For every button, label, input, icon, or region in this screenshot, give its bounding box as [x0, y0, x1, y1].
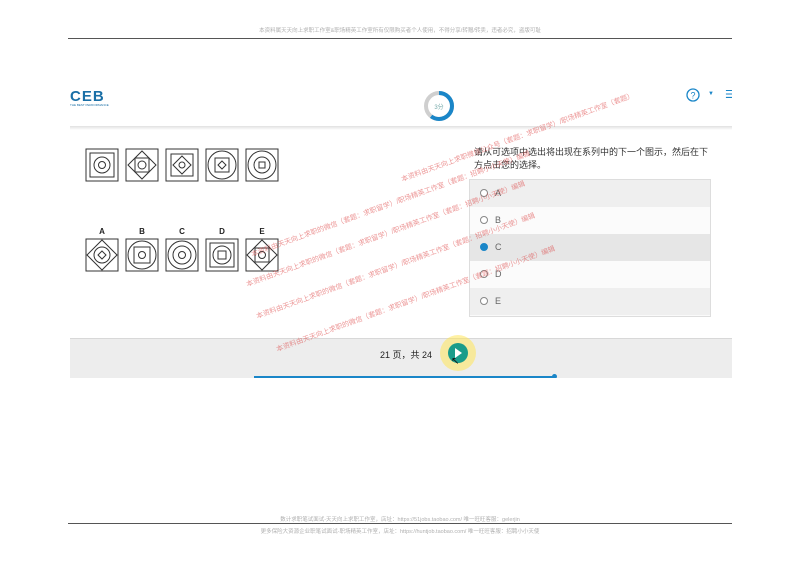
mouse-cursor-icon: ↖ — [451, 356, 460, 367]
help-circle-icon[interactable]: ? — [686, 88, 700, 105]
footer-rule — [68, 523, 732, 524]
chevron-down-icon[interactable]: ▼ — [708, 91, 714, 97]
menu-icon[interactable]: ☰ — [725, 88, 732, 101]
radio-icon[interactable] — [480, 297, 488, 305]
option-letter-b: B — [139, 227, 145, 236]
option-figure-c — [165, 238, 199, 272]
sequence-figure-2 — [125, 148, 159, 182]
sequence-figure-5 — [245, 148, 279, 182]
sequence-figure-4 — [205, 148, 239, 182]
sequence-figure-3 — [165, 148, 199, 182]
radio-icon[interactable] — [480, 216, 488, 224]
timer-text: 3分 — [434, 105, 444, 111]
radio-selected-icon[interactable] — [480, 243, 488, 251]
option-figure-a — [85, 238, 119, 272]
progress-bar — [254, 376, 554, 378]
page-indicator: 21 页，共 24 — [380, 350, 433, 360]
svg-text:?: ? — [690, 91, 695, 101]
document-footer-line-1: 数计求职笔试面试-天天向上求职工作室，店址：https://51jobs.tao… — [280, 517, 520, 523]
choice-e-label: E — [495, 296, 502, 306]
choice-c-label: C — [495, 242, 502, 252]
choice-c[interactable]: C — [470, 234, 710, 262]
option-letter-d: D — [219, 227, 225, 236]
option-letter-a: A — [99, 227, 105, 236]
document-footer-line-2: 更多保险大资源企业职笔试面试-职场精英工作室，店址：https://huntjo… — [260, 529, 540, 535]
option-figure-d — [205, 238, 239, 272]
document-header-text: 本资料属天天向上求职工作室&职场精英工作室所有仅限购买者个人使用，不得分享/转赠… — [259, 28, 541, 34]
choice-e[interactable]: E — [470, 288, 710, 315]
answer-choices: A B C D E — [469, 179, 711, 317]
sequence-figure-1 — [85, 148, 119, 182]
header-rule — [68, 38, 732, 39]
option-letter-e: E — [259, 227, 265, 236]
option-letter-c: C — [179, 227, 185, 236]
header-shadow — [70, 126, 732, 130]
logo-tagline: THE BEST PERFORMANCE — [70, 103, 109, 107]
option-figure-b — [125, 238, 159, 272]
progress-marker — [552, 374, 557, 378]
